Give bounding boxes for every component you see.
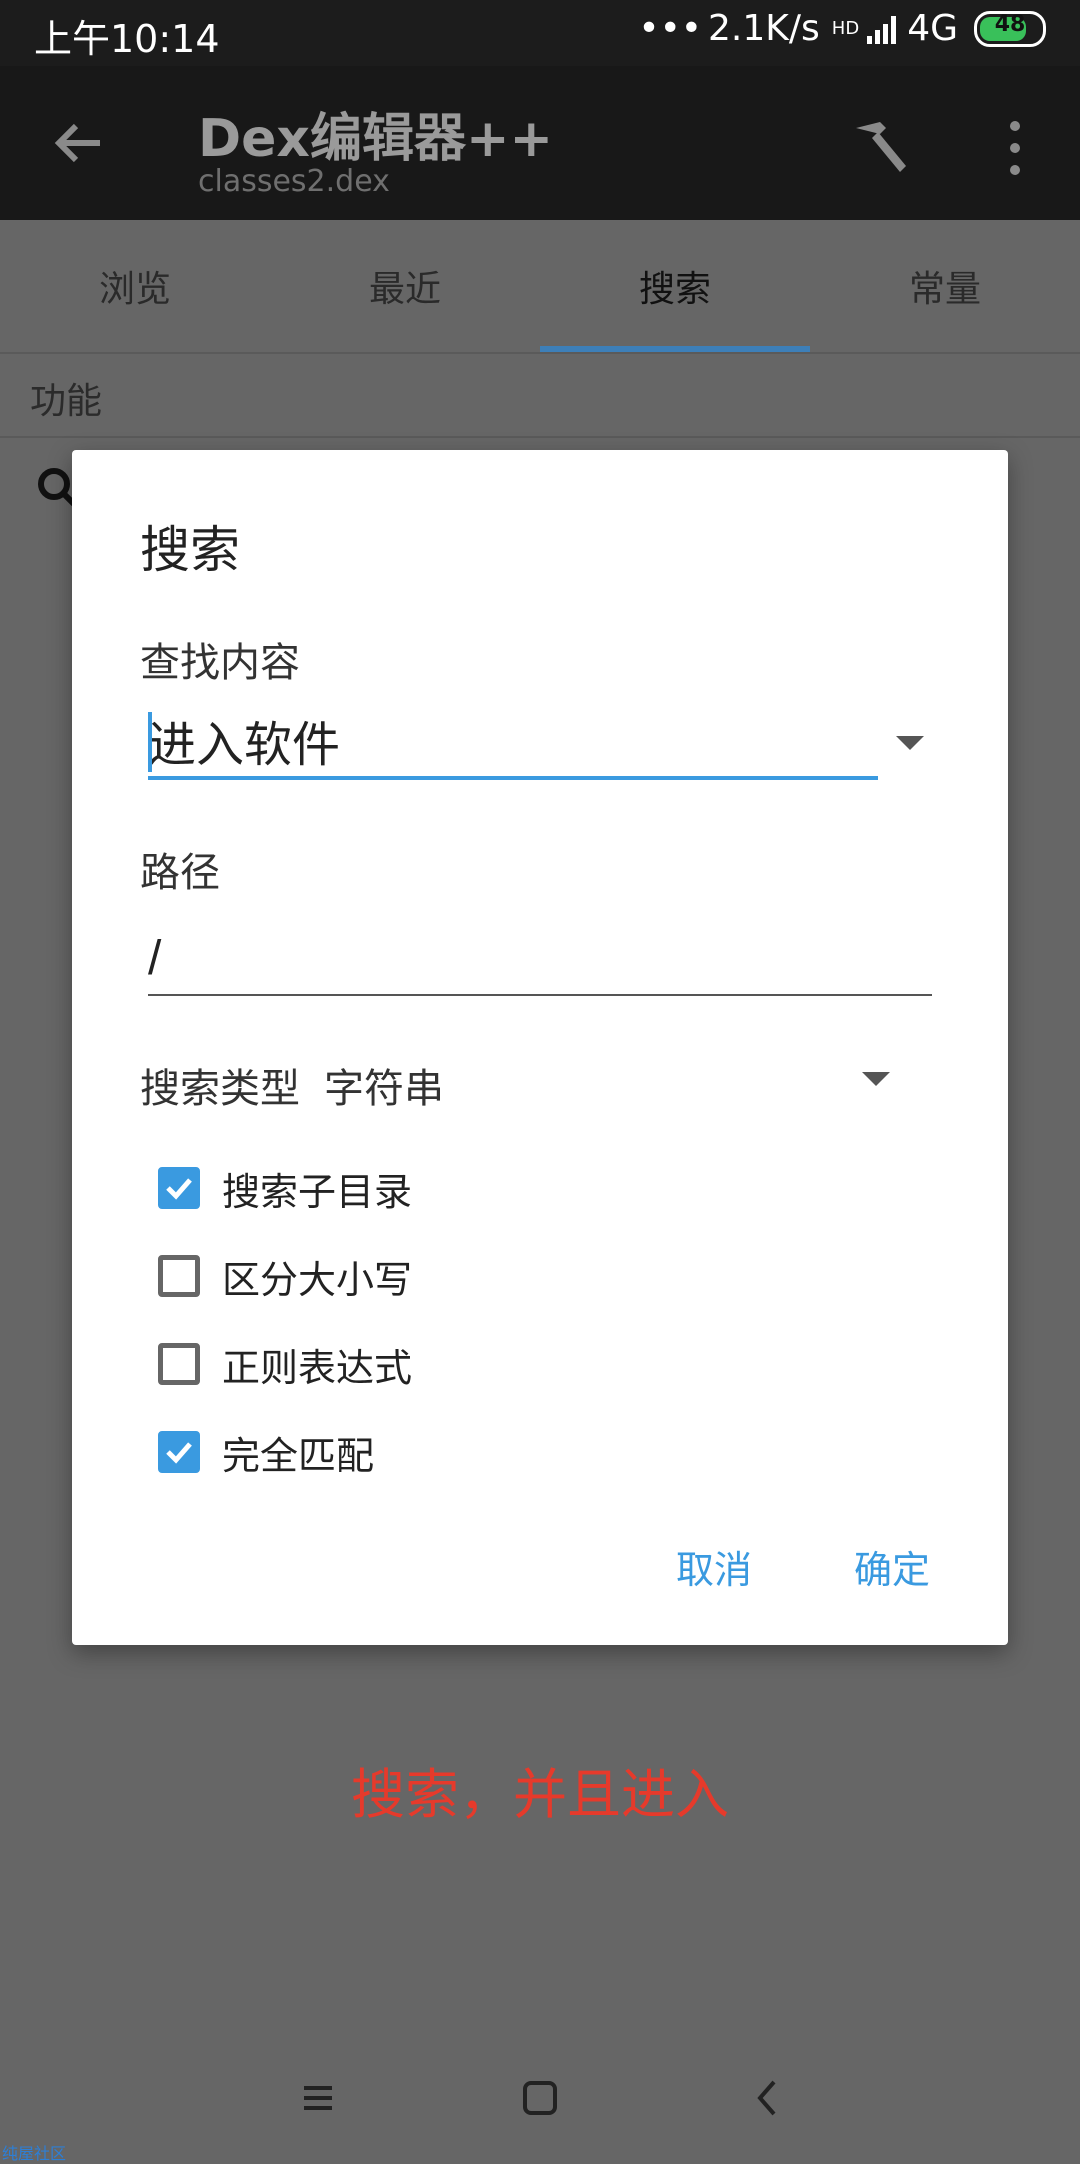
option-label: 正则表达式 [222, 1345, 413, 1390]
checkbox-unchecked-icon[interactable] [158, 1343, 200, 1385]
tab-search[interactable]: 搜索 [540, 220, 810, 352]
dots-icon: ••• [638, 8, 703, 49]
home-icon[interactable] [518, 2076, 562, 2120]
path-label: 路径 [140, 850, 220, 896]
checkbox-unchecked-icon[interactable] [158, 1255, 200, 1297]
option-regex[interactable]: 正则表达式 [158, 1334, 858, 1394]
path-input[interactable] [148, 922, 932, 996]
search-type-value: 字符串 [324, 1066, 444, 1112]
chevron-down-icon[interactable] [862, 1072, 890, 1086]
text-caret [148, 712, 152, 772]
ok-button[interactable]: 确定 [848, 1538, 936, 1595]
option-case-sensitive[interactable]: 区分大小写 [158, 1246, 858, 1306]
tab-constants[interactable]: 常量 [810, 220, 1080, 352]
status-bar: 上午10:14 ••• 2.1K/s HD 4G 48 [0, 0, 1080, 66]
app-subtitle: classes2.dex [198, 164, 390, 199]
tab-indicator [540, 346, 810, 352]
signal-icon [867, 15, 897, 44]
more-vert-icon[interactable] [1000, 118, 1030, 178]
menu-icon[interactable] [296, 2076, 340, 2120]
battery-level: 48 [994, 11, 1026, 37]
search-dialog: 搜索 查找内容 路径 搜索类型 字符串 搜索子目录 区分大小写 正则表达式 完全… [72, 450, 1008, 1645]
option-label: 搜索子目录 [222, 1169, 413, 1214]
dialog-title: 搜索 [140, 521, 240, 579]
back-arrow-icon[interactable] [50, 116, 104, 170]
nav-bar [0, 2040, 1080, 2160]
network-speed: 2.1K/s [708, 8, 820, 49]
hd-label: HD [831, 18, 860, 39]
option-label: 区分大小写 [222, 1257, 413, 1302]
tab-recent[interactable]: 最近 [270, 220, 540, 352]
app-title: Dex编辑器++ [198, 109, 554, 169]
option-subdirectories[interactable]: 搜索子目录 [158, 1158, 858, 1218]
search-type-label: 搜索类型 [140, 1066, 300, 1112]
watermark: 纯屋社区 [2, 2144, 67, 2163]
app-bar: Dex编辑器++ classes2.dex [0, 66, 1080, 220]
tab-bar: 浏览 最近 搜索 常量 [0, 220, 1080, 354]
find-input[interactable] [148, 704, 878, 780]
status-indicators: ••• 2.1K/s HD 4G 48 [638, 8, 1046, 49]
checkbox-checked-icon[interactable] [158, 1167, 200, 1209]
tab-browse[interactable]: 浏览 [0, 220, 270, 352]
section-label: 功能 [30, 381, 103, 422]
annotation-text: 搜索，并且进入 [351, 1763, 729, 1826]
network-type: 4G [907, 8, 958, 49]
cancel-button[interactable]: 取消 [670, 1538, 758, 1595]
status-time: 上午10:14 [34, 17, 220, 61]
checkbox-checked-icon[interactable] [158, 1431, 200, 1473]
divider [0, 436, 1080, 438]
chevron-down-icon[interactable] [896, 736, 924, 750]
option-label: 完全匹配 [222, 1433, 375, 1478]
battery-icon: 48 [974, 10, 1046, 47]
option-whole-match[interactable]: 完全匹配 [158, 1422, 858, 1482]
find-label: 查找内容 [140, 640, 300, 686]
hammer-icon[interactable] [850, 114, 914, 178]
search-type-select[interactable]: 搜索类型 字符串 [140, 1056, 980, 1116]
back-icon[interactable] [746, 2076, 790, 2120]
